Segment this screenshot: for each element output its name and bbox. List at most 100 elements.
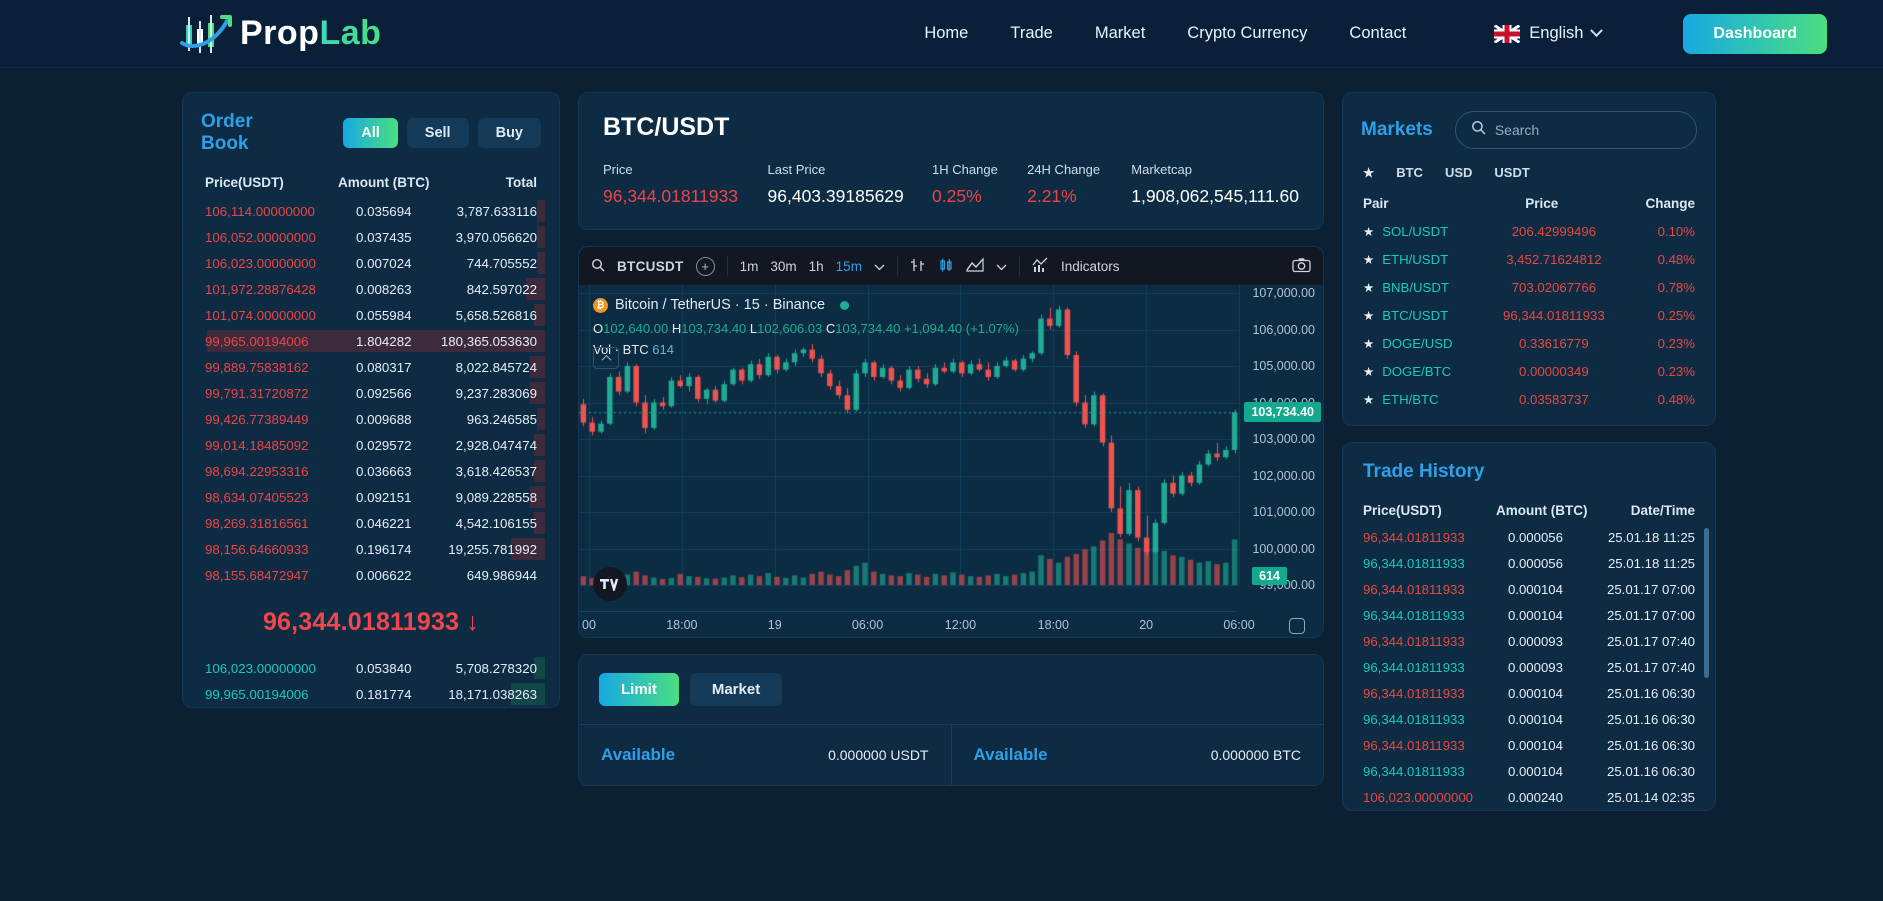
order-book-filter-sell[interactable]: Sell bbox=[407, 118, 469, 148]
market-row[interactable]: ★BTC/USDT96,344.018119330.25% bbox=[1343, 301, 1715, 329]
timeframe-1m[interactable]: 1m bbox=[740, 259, 759, 274]
ohlc-close-value: 103,734.40 bbox=[835, 321, 900, 336]
order-book-row[interactable]: 99,965.001940061.804282180,365.053630 bbox=[183, 328, 559, 354]
search-icon[interactable] bbox=[591, 258, 605, 275]
price-chart[interactable]: ₿ Bitcoin / TetherUS · 15 · Binance O102… bbox=[579, 285, 1323, 637]
order-book-row[interactable]: 99,791.317208720.0925669,237.283069 bbox=[183, 380, 559, 406]
order-price: 99,965.00194006 bbox=[205, 687, 333, 702]
order-price: 99,014.18485092 bbox=[205, 438, 333, 453]
language-selector[interactable]: English bbox=[1494, 24, 1601, 43]
star-icon[interactable]: ★ bbox=[1363, 224, 1374, 239]
star-icon[interactable]: ★ bbox=[1363, 252, 1374, 267]
nav-item-home[interactable]: Home bbox=[924, 24, 968, 43]
order-book-filter-all[interactable]: All bbox=[343, 118, 398, 148]
order-price: 98,694.22953316 bbox=[205, 464, 333, 479]
chart-symbol-label[interactable]: BTCUSDT bbox=[617, 259, 684, 274]
indicators-icon[interactable] bbox=[1032, 257, 1049, 276]
chart-legend: ₿ Bitcoin / TetherUS · 15 · Binance O102… bbox=[593, 294, 1019, 361]
order-book-row[interactable]: 106,023.000000000.0538405,708.278320 bbox=[183, 655, 559, 681]
price-axis-tick: 101,000.00 bbox=[1252, 505, 1315, 519]
order-book-row[interactable]: 99,014.184850920.0295722,928.047474 bbox=[183, 432, 559, 458]
search-input[interactable] bbox=[1495, 122, 1681, 138]
market-row[interactable]: ★ETH/BTC0.035837370.48% bbox=[1343, 385, 1715, 413]
order-book-row[interactable]: 98,155.684729470.006622649.986944 bbox=[183, 562, 559, 588]
trade-history-scrollbar[interactable] bbox=[1704, 528, 1709, 678]
area-chart-icon[interactable] bbox=[966, 257, 984, 276]
order-type-market[interactable]: Market bbox=[690, 673, 782, 706]
trade-time: 25.01.18 11:25 bbox=[1587, 530, 1695, 545]
market-row[interactable]: ★BNB/USDT703.020677660.78% bbox=[1343, 273, 1715, 301]
market-row[interactable]: ★ETH/USDT3,452.716248120.48% bbox=[1343, 245, 1715, 273]
price-axis-tick: 106,000.00 bbox=[1252, 323, 1315, 337]
timeframe-15m[interactable]: 15m bbox=[836, 259, 862, 274]
candlestick-icon[interactable] bbox=[938, 257, 954, 276]
plus-circle-icon[interactable]: + bbox=[696, 257, 715, 276]
nav-item-contact[interactable]: Contact bbox=[1349, 24, 1406, 43]
market-search-box[interactable] bbox=[1455, 111, 1697, 149]
order-book-row[interactable]: 99,889.758381620.0803178,022.845724 bbox=[183, 354, 559, 380]
tradingview-logo-icon[interactable] bbox=[593, 567, 627, 601]
star-icon[interactable]: ★ bbox=[1363, 336, 1374, 351]
order-book-row[interactable]: 99,426.773894490.009688963.246585 bbox=[183, 406, 559, 432]
market-row[interactable]: ★DOGE/USD0.336167790.23% bbox=[1343, 329, 1715, 357]
order-book-row[interactable]: 98,694.229533160.0366633,618.426537 bbox=[183, 458, 559, 484]
market-filter-usdt[interactable]: USDT bbox=[1494, 165, 1529, 180]
trade-history-panel: Trade History Price(USDT) Amount (BTC) D… bbox=[1342, 442, 1716, 811]
order-book-row[interactable]: 99,965.001940060.18177418,171.038263 bbox=[183, 681, 559, 707]
order-total: 2,928.047474 bbox=[435, 438, 537, 453]
order-book-row[interactable]: 98,156.646609330.19617419,255.781992 bbox=[183, 536, 559, 562]
order-book-row[interactable]: 98,634.074055230.0921519,089.228558 bbox=[183, 484, 559, 510]
chart-type-chevron-down-icon[interactable] bbox=[996, 259, 1007, 274]
trade-price: 96,344.01811933 bbox=[1363, 530, 1484, 545]
market-row[interactable]: ★DOGE/BTC0.000003490.23% bbox=[1343, 357, 1715, 385]
trade-amount: 0.000056 bbox=[1484, 530, 1587, 545]
camera-icon[interactable] bbox=[1292, 257, 1311, 276]
trade-time: 25.01.16 06:30 bbox=[1587, 686, 1695, 701]
ohlc-high-value: 103,734.40 bbox=[681, 321, 746, 336]
chart-price-axis[interactable]: 107,000.00106,000.00105,000.00104,000.00… bbox=[1237, 285, 1323, 611]
order-price: 98,156.64660933 bbox=[205, 542, 333, 557]
timeframe-30m[interactable]: 30m bbox=[770, 259, 796, 274]
star-icon[interactable]: ★ bbox=[1363, 280, 1374, 295]
order-book-panel: Order Book All Sell Buy Price(USDT) Amou… bbox=[182, 92, 560, 708]
timeframe-chevron-down-icon[interactable] bbox=[874, 259, 885, 274]
dashboard-button[interactable]: Dashboard bbox=[1683, 14, 1827, 54]
order-book-row[interactable]: 101,074.000000000.0559845,658.526816 bbox=[183, 302, 559, 328]
order-book-row[interactable]: 98,269.318165610.0462214,542.106155 bbox=[183, 510, 559, 536]
chart-settings-icon[interactable] bbox=[1289, 618, 1305, 634]
language-label: English bbox=[1529, 24, 1583, 43]
order-book-row[interactable]: 106,114.000000000.0356943,787.633116 bbox=[183, 198, 559, 224]
nav-item-market[interactable]: Market bbox=[1095, 24, 1145, 43]
timeframe-1h[interactable]: 1h bbox=[809, 259, 824, 274]
nav-item-crypto-currency[interactable]: Crypto Currency bbox=[1187, 24, 1307, 43]
order-book-filter-buy[interactable]: Buy bbox=[478, 118, 541, 148]
star-icon[interactable]: ★ bbox=[1363, 364, 1374, 379]
order-type-limit[interactable]: Limit bbox=[599, 673, 679, 706]
chart-time-axis[interactable]: 0018:001906:0012:0018:002006:00 bbox=[579, 611, 1237, 637]
trade-history-row: 106,023.000000000.00024025.01.14 02:35 bbox=[1343, 784, 1715, 810]
market-row[interactable]: ★SOL/USDT206.429994960.10% bbox=[1343, 217, 1715, 245]
ticker-stat-1h-change-value: 0.25% bbox=[932, 186, 1027, 207]
chart-ohlc-row: O102,640.00 H103,734.40 L102,606.03 C103… bbox=[593, 318, 1019, 339]
order-book-row[interactable]: 106,023.000000000.007024744.705552 bbox=[183, 250, 559, 276]
trade-amount: 0.000104 bbox=[1484, 738, 1587, 753]
star-icon[interactable]: ★ bbox=[1363, 392, 1374, 407]
order-book-row[interactable]: 106,052.000000000.0374353,970.056620 bbox=[183, 224, 559, 250]
app-logo[interactable]: PropLab bbox=[180, 11, 381, 57]
market-filter-usd[interactable]: USD bbox=[1445, 165, 1472, 180]
collapse-legend-button[interactable] bbox=[593, 347, 619, 369]
nav-item-trade[interactable]: Trade bbox=[1010, 24, 1053, 43]
order-book-col-price: Price(USDT) bbox=[205, 175, 333, 190]
order-book-row[interactable]: 101,972.288764280.008263842.597022 bbox=[183, 276, 559, 302]
indicators-label[interactable]: Indicators bbox=[1061, 259, 1120, 274]
order-book-title: Order Book bbox=[201, 111, 303, 155]
bar-chart-icon[interactable] bbox=[910, 257, 926, 276]
star-icon[interactable]: ★ bbox=[1363, 165, 1374, 180]
ticker-pair-title: BTC/USDT bbox=[603, 113, 1299, 142]
trade-history-row: 96,344.018119330.00010425.01.16 06:30 bbox=[1343, 758, 1715, 784]
trade-history-column-headers: Price(USDT) Amount (BTC) Date/Time bbox=[1343, 495, 1715, 524]
bitcoin-icon: ₿ bbox=[593, 298, 608, 313]
market-price: 206.42999496 bbox=[1496, 224, 1612, 239]
market-filter-btc[interactable]: BTC bbox=[1396, 165, 1423, 180]
star-icon[interactable]: ★ bbox=[1363, 308, 1374, 323]
